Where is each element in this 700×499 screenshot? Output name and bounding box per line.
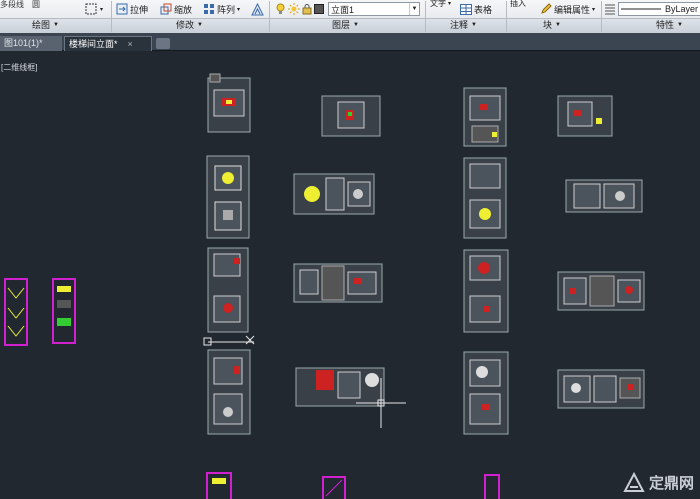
elevation-drawing (52, 278, 76, 344)
floor-plan (557, 369, 645, 409)
linetype-value: ByLayer (665, 4, 699, 14)
document-tab-bar: 图101(1)* 楼梯间立面* × (0, 33, 700, 51)
triangle-icon (251, 2, 264, 15)
block-panel-title[interactable]: 块 ▼ (543, 19, 561, 32)
linetype-dropdown[interactable]: ByLayer (618, 2, 700, 16)
properties-panel-title[interactable]: 特性 ▼ (656, 19, 683, 32)
drawing-canvas[interactable]: [二维线框] 定鼎网 (0, 52, 700, 499)
layer-dropdown-value: 立面1 (331, 4, 355, 15)
floor-plan (207, 73, 251, 133)
rectangle-icon (85, 3, 97, 15)
floor-plan (207, 247, 249, 333)
viewport-label[interactable]: [二维线框] (1, 62, 37, 73)
stretch-button[interactable]: 拉伸 (116, 2, 148, 16)
ribbon: 多段线 圆 ▾ 绘图 ▼ 拉伸 缩放 阵列 ▾ 修改 ▼ 立面1 ▼ 图层 ▼ 文字 ▾ … (0, 0, 700, 33)
chevron-down-icon: ▼ (409, 3, 419, 15)
table-button[interactable]: 表格 (460, 2, 492, 16)
floor-plan (557, 271, 645, 311)
floor-plan (463, 157, 507, 239)
separator (601, 1, 602, 32)
logo-icon (623, 471, 645, 492)
floor-plan (293, 173, 375, 215)
floor-plan (321, 95, 381, 137)
line-sample-icon (621, 8, 661, 10)
floor-plan (565, 179, 643, 213)
lock-icon (302, 4, 312, 15)
elevation-drawing (206, 472, 232, 499)
list-icon (605, 4, 615, 15)
floor-plan (293, 263, 383, 303)
floor-plan (206, 155, 250, 239)
floor-plan (557, 95, 613, 137)
separator (425, 1, 426, 32)
floor-plan (463, 87, 507, 147)
draw-panel-title[interactable]: 绘图 ▼ (32, 19, 59, 32)
floor-plan (463, 351, 509, 435)
floor-plan (463, 249, 509, 333)
insert-button[interactable]: 插入 (510, 0, 526, 10)
elevation-drawing (4, 278, 28, 346)
crosshair-cursor (356, 378, 406, 428)
ucs-icon (203, 335, 255, 346)
match-properties-button[interactable] (604, 2, 616, 16)
array-button[interactable]: 阵列 ▾ (203, 2, 240, 16)
annotation-panel-title[interactable]: 注释 ▼ (450, 19, 477, 32)
layer-state-icons[interactable] (275, 2, 324, 16)
sun-icon (288, 3, 300, 15)
text-button[interactable]: 文字 ▾ (430, 0, 451, 10)
tab-stair-elevation[interactable]: 楼梯间立面* × (64, 36, 152, 51)
stretch-icon (116, 3, 128, 15)
separator (269, 1, 270, 32)
table-icon (460, 3, 472, 15)
drawing-utilities-button[interactable] (251, 2, 264, 16)
scale-icon (160, 3, 172, 15)
layers-panel-title[interactable]: 图层 ▼ (332, 19, 359, 32)
new-tab-button[interactable] (156, 38, 170, 49)
floor-plan (207, 349, 251, 435)
elevation-drawing (484, 474, 500, 499)
edit-attributes-icon (541, 3, 552, 14)
watermark: 定鼎网 (623, 471, 694, 493)
elevation-drawing (322, 476, 346, 499)
color-swatch-icon (314, 4, 324, 14)
rectangle-tool[interactable]: ▾ (84, 2, 103, 16)
tab-drawing-101[interactable]: 图101(1)* (0, 36, 62, 51)
lightbulb-icon (276, 3, 285, 14)
layer-dropdown[interactable]: 立面1 ▼ (328, 2, 420, 16)
edit-attributes-button[interactable]: 编辑属性 ▾ (540, 2, 595, 16)
circle-tool[interactable]: 圆 (32, 0, 40, 11)
scale-button[interactable]: 缩放 (160, 2, 192, 16)
close-icon[interactable]: × (128, 39, 133, 49)
separator (506, 1, 507, 32)
modify-panel-title[interactable]: 修改 ▼ (176, 19, 203, 32)
polyline-tool[interactable]: 多段线 (0, 0, 24, 11)
array-icon (204, 4, 214, 14)
separator (111, 1, 112, 32)
